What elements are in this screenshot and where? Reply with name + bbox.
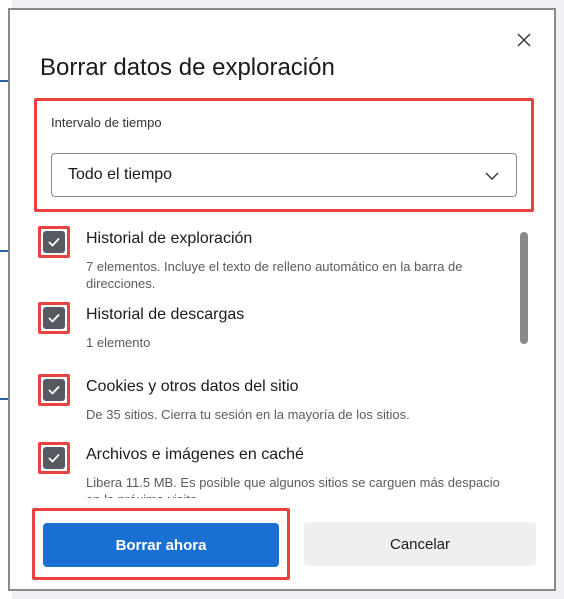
- checkbox-browsing-history[interactable]: [38, 226, 70, 258]
- item-title: Archivos e imágenes en caché: [86, 446, 304, 463]
- time-range-select[interactable]: Todo el tiempo: [51, 153, 517, 197]
- time-range-value: Todo el tiempo: [68, 166, 173, 183]
- checkbox-download-history[interactable]: [38, 302, 70, 334]
- item-description: Libera 11.5 MB. Es posible que algunos s…: [86, 475, 500, 498]
- close-icon: [517, 33, 531, 47]
- scrollbar-thumb[interactable]: [520, 232, 528, 344]
- chevron-down-icon: [485, 172, 499, 180]
- item-title: Historial de descargas: [86, 306, 245, 323]
- checkbox-cached-files[interactable]: [38, 442, 70, 474]
- cancel-button[interactable]: Cancelar: [304, 522, 536, 566]
- background-mark: [0, 398, 8, 400]
- dialog-actions: Borrar ahora Cancelar: [32, 508, 552, 582]
- clear-now-button[interactable]: Borrar ahora: [43, 523, 279, 567]
- item-description: De 35 sitios. Cierra tu sesión en la may…: [86, 407, 410, 422]
- checkmark-icon: [48, 237, 60, 247]
- time-range-section: Intervalo de tiempo Todo el tiempo: [34, 98, 534, 212]
- background-mark: [0, 250, 8, 252]
- dialog-title: Borrar datos de exploración: [40, 54, 335, 81]
- data-types-list: Historial de exploración 7 elementos. In…: [34, 214, 530, 498]
- item-title: Historial de exploración: [86, 230, 253, 247]
- clear-browsing-data-dialog: Borrar datos de exploración Intervalo de…: [14, 14, 550, 585]
- checkmark-icon: [48, 453, 60, 463]
- item-description: 7 elementos. Incluye el texto de relleno…: [86, 259, 463, 291]
- item-description: 1 elemento: [86, 335, 151, 350]
- background-mark: [0, 80, 8, 82]
- time-range-label: Intervalo de tiempo: [51, 115, 162, 130]
- primary-button-highlight: Borrar ahora: [32, 508, 290, 580]
- item-title: Cookies y otros datos del sitio: [86, 378, 299, 395]
- checkbox-cookies[interactable]: [38, 374, 70, 406]
- checkmark-icon: [48, 313, 60, 323]
- close-button[interactable]: [510, 26, 538, 54]
- checkmark-icon: [48, 385, 60, 395]
